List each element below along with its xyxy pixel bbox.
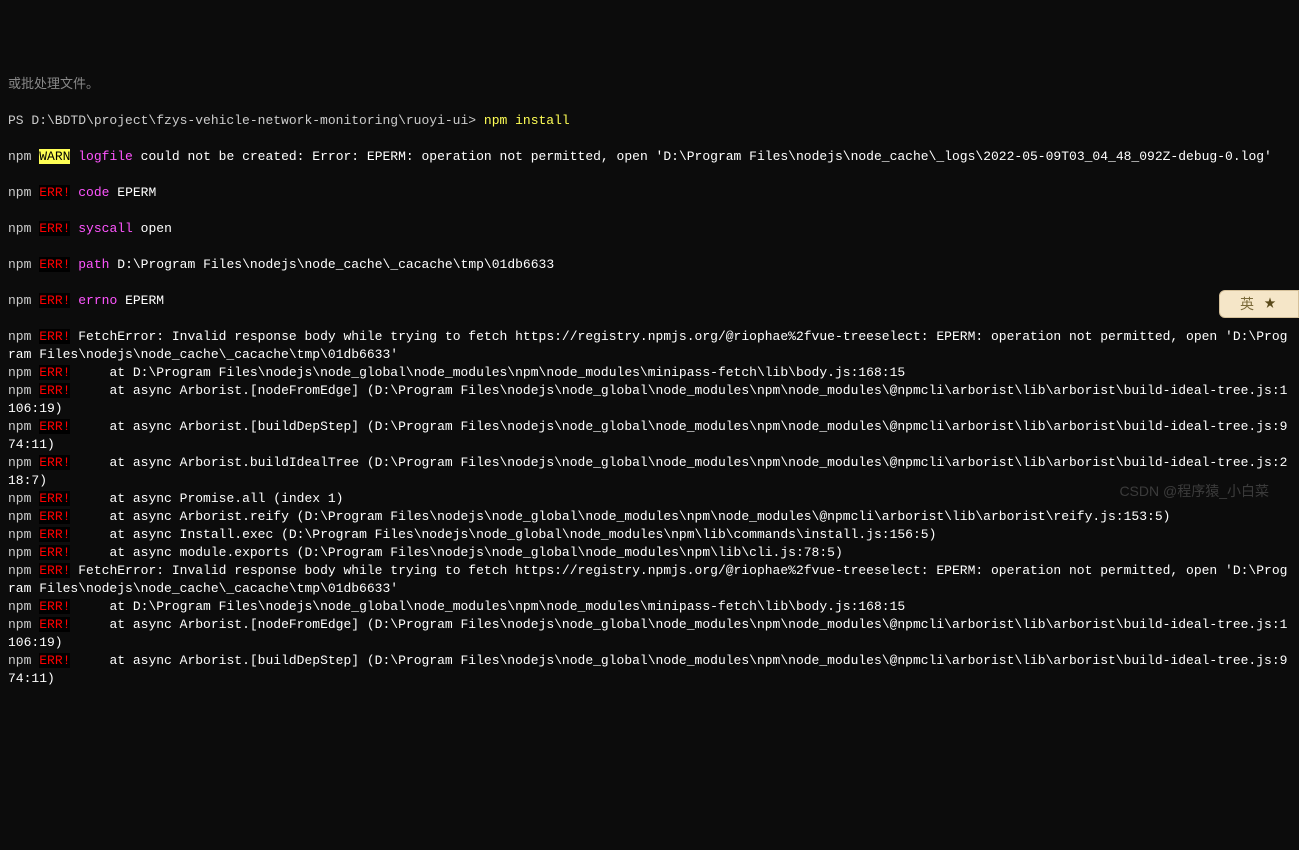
- shell-prompt: PS D:\BDTD\project\fzys-vehicle-network-…: [8, 113, 484, 128]
- npm-prefix: npm: [8, 293, 31, 308]
- err-errno-line: npm ERR! errno EPERM: [8, 292, 1291, 310]
- err-val: open: [133, 221, 172, 236]
- npm-prefix: npm: [8, 221, 31, 236]
- prompt-line[interactable]: PS D:\BDTD\project\fzys-vehicle-network-…: [8, 112, 1291, 130]
- npm-prefix: npm: [8, 185, 31, 200]
- err-stack-line: npm ERR! at D:\Program Files\nodejs\node…: [8, 364, 1291, 382]
- err-stack-line: npm ERR! FetchError: Invalid response bo…: [8, 562, 1291, 598]
- err-stack-line: npm ERR! at async Arborist.reify (D:\Pro…: [8, 508, 1291, 526]
- warn-label: WARN: [39, 149, 70, 164]
- err-stack-line: npm ERR! at async Arborist.[buildDepStep…: [8, 418, 1291, 454]
- err-label: ERR!: [39, 293, 70, 308]
- err-path-line: npm ERR! path D:\Program Files\nodejs\no…: [8, 256, 1291, 274]
- partial-top-line: 或批处理文件。: [8, 76, 1291, 94]
- ime-indicator[interactable]: 英: [1219, 290, 1299, 318]
- err-stack-line: npm ERR! at async Promise.all (index 1): [8, 490, 1291, 508]
- err-stack-line: npm ERR! at async Install.exec (D:\Progr…: [8, 526, 1291, 544]
- err-val: EPERM: [117, 293, 164, 308]
- err-stack-line: npm ERR! at async Arborist.[nodeFromEdge…: [8, 616, 1291, 652]
- err-stack-line: npm ERR! at D:\Program Files\nodejs\node…: [8, 598, 1291, 616]
- err-syscall-line: npm ERR! syscall open: [8, 220, 1291, 238]
- err-val: EPERM: [109, 185, 156, 200]
- err-stack-line: npm ERR! FetchError: Invalid response bo…: [8, 328, 1291, 364]
- err-label: ERR!: [39, 221, 70, 236]
- err-key: code: [78, 185, 109, 200]
- npm-prefix: npm: [8, 149, 31, 164]
- err-label: ERR!: [39, 185, 70, 200]
- err-val: D:\Program Files\nodejs\node_cache\_caca…: [109, 257, 554, 272]
- typed-command: npm install: [484, 113, 570, 128]
- err-code-line: npm ERR! code EPERM: [8, 184, 1291, 202]
- err-key: path: [78, 257, 109, 272]
- warn-line: npm WARN logfile could not be created: E…: [8, 148, 1291, 166]
- err-stack-line: npm ERR! at async Arborist.[nodeFromEdge…: [8, 382, 1291, 418]
- err-key: syscall: [78, 221, 133, 236]
- err-stack-line: npm ERR! at async Arborist.[buildDepStep…: [8, 652, 1291, 688]
- pin-icon: [1262, 296, 1278, 312]
- err-key: errno: [78, 293, 117, 308]
- err-stack-line: npm ERR! at async Arborist.buildIdealTre…: [8, 454, 1291, 490]
- ime-text: 英: [1240, 295, 1254, 313]
- warn-text: could not be created: Error: EPERM: oper…: [133, 149, 1272, 164]
- warn-key: logfile: [78, 149, 133, 164]
- err-label: ERR!: [39, 257, 70, 272]
- npm-prefix: npm: [8, 257, 31, 272]
- error-stack-container: npm ERR! FetchError: Invalid response bo…: [8, 328, 1291, 688]
- watermark: CSDN @程序猿_小白菜: [1119, 482, 1269, 500]
- err-stack-line: npm ERR! at async module.exports (D:\Pro…: [8, 544, 1291, 562]
